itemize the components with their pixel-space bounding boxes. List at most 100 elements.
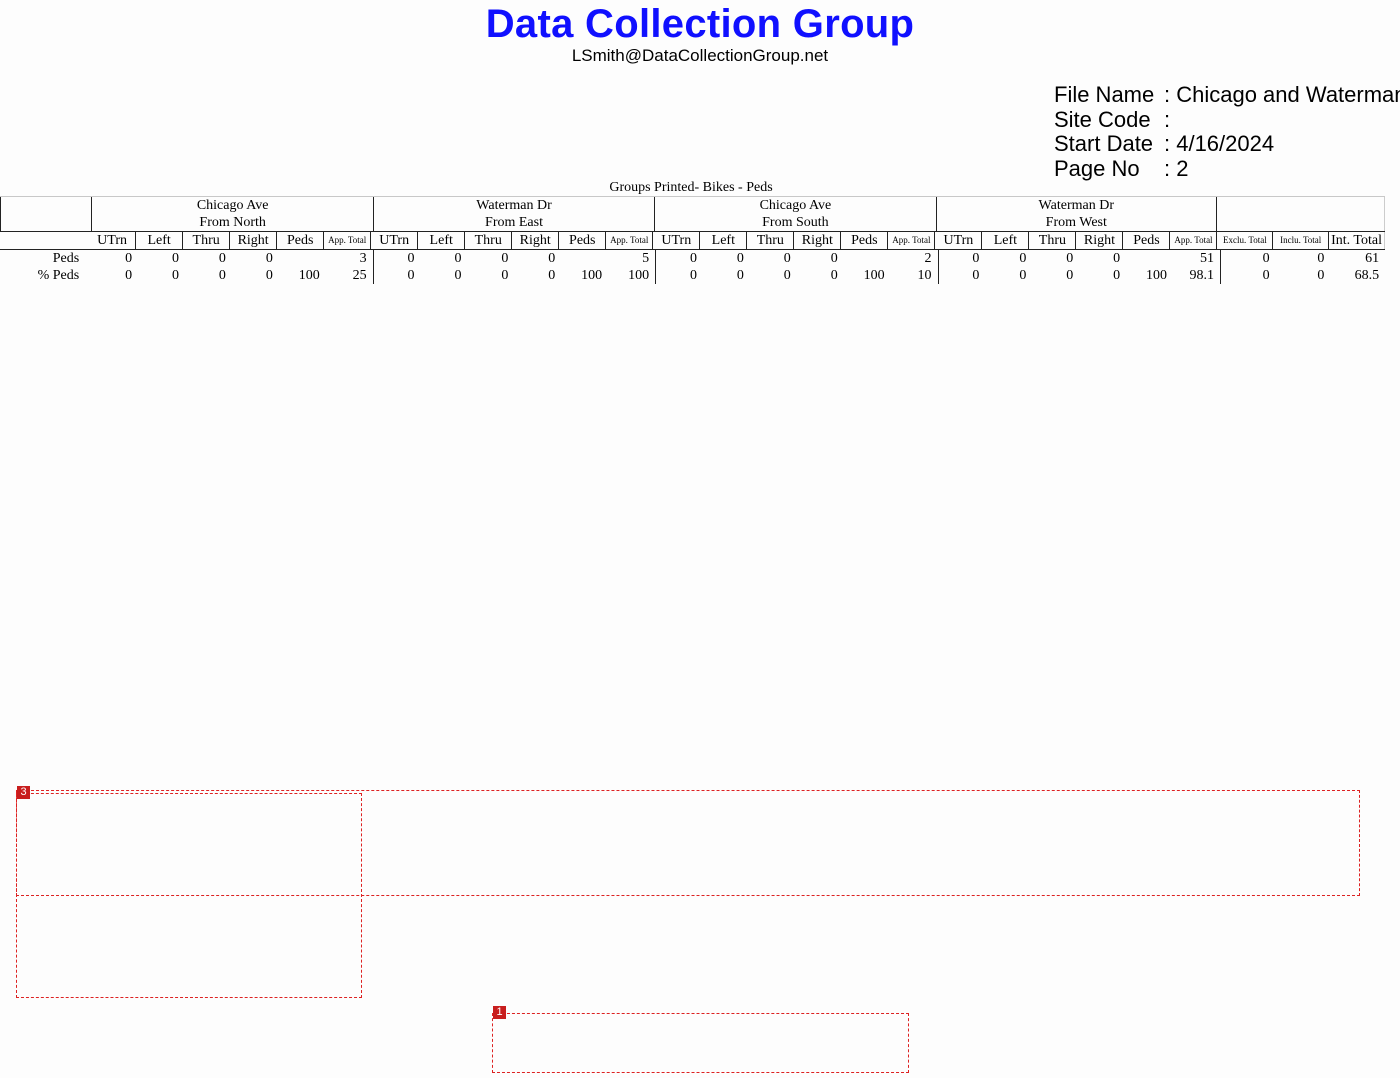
column-header: Right bbox=[230, 232, 278, 249]
table-cell: 0 bbox=[501, 251, 509, 266]
column-header: Left bbox=[700, 232, 748, 249]
column-header: Peds bbox=[559, 232, 607, 249]
table-cell: 0 bbox=[265, 268, 273, 283]
column-header: Exclu. Total bbox=[1217, 232, 1274, 249]
column-header: Thru bbox=[465, 232, 513, 249]
table-cell: 0 bbox=[218, 251, 226, 266]
approach-street: Waterman Dr bbox=[1038, 198, 1114, 213]
approach-direction: From East bbox=[485, 215, 543, 230]
table-cell: 0 bbox=[548, 251, 556, 266]
table-cell: 25 bbox=[326, 267, 374, 284]
meta-key: Page No bbox=[1054, 155, 1140, 181]
movement-header-row: UTrn Left Thru Right Peds App. Total UTrn Left T… bbox=[0, 232, 1385, 250]
meta-value: : Chicago and Waterman bbox=[1164, 82, 1400, 107]
table-cell: 0 bbox=[172, 268, 179, 283]
overlay-tag: 1 bbox=[493, 1006, 506, 1019]
table-cell: 0 bbox=[736, 251, 744, 266]
column-header: Left bbox=[982, 232, 1030, 249]
row-label: % Peds bbox=[37, 268, 80, 283]
table-cell: 100 bbox=[581, 268, 603, 283]
table-cell: 10 bbox=[891, 267, 939, 284]
meta-key: Start Date bbox=[1054, 131, 1154, 156]
approach-street: Chicago Ave bbox=[196, 198, 269, 213]
table-cell: 68.5 bbox=[1354, 268, 1380, 283]
table-cell: 51 bbox=[1173, 250, 1221, 267]
column-header: UTrn bbox=[371, 232, 419, 249]
table-cell: 0 bbox=[972, 268, 980, 283]
table-cell: 0 bbox=[454, 268, 462, 283]
table-cell: 0 bbox=[689, 268, 697, 283]
meta-start-date: Start Date : 4/16/2024 bbox=[1054, 131, 1400, 157]
company-title: Data Collection Group bbox=[485, 2, 915, 46]
approach-header: Chicago Ave From South bbox=[655, 197, 937, 231]
table-cell: 98.1 bbox=[1173, 267, 1221, 284]
row-label: Peds bbox=[52, 251, 80, 266]
table-cell: 0 bbox=[125, 268, 133, 283]
table-cell: 0 bbox=[830, 251, 838, 266]
meta-key: Site Code bbox=[1054, 106, 1151, 132]
table-cell: 0 bbox=[125, 251, 133, 266]
column-header: UTrn bbox=[935, 232, 983, 249]
meta-key: File Name bbox=[1054, 82, 1155, 107]
column-header: UTrn bbox=[653, 232, 701, 249]
table-row: % Peds 0 0 0 0 100 25 0 0 0 0 100 100 0 0 0 0 100 10 0 0 0 0 1… bbox=[0, 267, 1385, 284]
table-cell: 100 bbox=[608, 267, 657, 284]
table-cell: 0 bbox=[172, 251, 179, 266]
table-cell: 0 bbox=[407, 251, 415, 266]
table-cell: 0 bbox=[501, 268, 509, 283]
table-cell: 0 bbox=[1113, 268, 1121, 283]
meta-file-name: File Name : Chicago and Waterman bbox=[1054, 82, 1400, 108]
column-header: Right bbox=[512, 232, 560, 249]
table-cell: 0 bbox=[1066, 251, 1074, 266]
table-cell: 3 bbox=[326, 250, 374, 267]
table-cell: 61 bbox=[1365, 251, 1380, 266]
table-cell: 0 bbox=[689, 251, 697, 266]
table-cell: 100 bbox=[298, 268, 320, 283]
table-cell: 0 bbox=[1066, 268, 1074, 283]
table-cell bbox=[844, 250, 891, 267]
table-cell: 0 bbox=[265, 251, 273, 266]
groups-printed-caption: Groups Printed- Bikes - Peds bbox=[609, 180, 773, 195]
table-cell: 0 bbox=[1019, 268, 1027, 283]
table-cell: 0 bbox=[1317, 268, 1325, 283]
table-cell: 100 bbox=[863, 268, 885, 283]
meta-value: : 4/16/2024 bbox=[1164, 131, 1275, 156]
table-cell: 0 bbox=[1317, 251, 1325, 266]
table-cell: 0 bbox=[407, 268, 415, 283]
column-header: Thru bbox=[747, 232, 795, 249]
column-header: Right bbox=[1076, 232, 1124, 249]
table-cell: 2 bbox=[891, 250, 939, 267]
column-header: App. Total bbox=[606, 232, 654, 249]
table-cell: 0 bbox=[783, 251, 791, 266]
meta-value: : bbox=[1164, 106, 1171, 132]
header-blank-cell bbox=[0, 197, 93, 231]
column-header: Inclu. Total bbox=[1273, 232, 1330, 249]
selection-box bbox=[16, 793, 362, 998]
table-cell: 0 bbox=[1262, 251, 1270, 266]
column-header: App. Total bbox=[888, 232, 936, 249]
table-cell: 0 bbox=[454, 251, 462, 266]
column-header: UTrn bbox=[89, 232, 137, 249]
column-header: Peds bbox=[841, 232, 889, 249]
table-cell bbox=[279, 250, 326, 267]
approach-header: Chicago Ave From North bbox=[92, 197, 374, 231]
table-cell: 0 bbox=[1019, 251, 1027, 266]
column-header: App. Total bbox=[324, 232, 372, 249]
column-header: Int. Total bbox=[1329, 232, 1385, 249]
table-cell: 0 bbox=[830, 268, 838, 283]
approach-street: Waterman Dr bbox=[476, 198, 552, 213]
approach-header: Waterman Dr From East bbox=[374, 197, 656, 231]
overlay-tag: 3 bbox=[17, 786, 30, 799]
company-email[interactable]: LSmith@DataCollectionGroup.net bbox=[0, 46, 1400, 66]
approach-header: Waterman Dr From West bbox=[937, 197, 1217, 231]
table-cell: 0 bbox=[218, 268, 226, 283]
column-header: Thru bbox=[1029, 232, 1077, 249]
column-header: Thru bbox=[183, 232, 231, 249]
approach-street: Chicago Ave bbox=[759, 198, 832, 213]
approach-header-row: Chicago Ave From North Waterman Dr From … bbox=[0, 196, 1385, 232]
table-cell bbox=[1126, 250, 1173, 267]
table-cell: 0 bbox=[1262, 268, 1270, 283]
table-cell: 0 bbox=[1113, 251, 1121, 266]
column-header: Left bbox=[418, 232, 466, 249]
column-header: Left bbox=[136, 232, 184, 249]
